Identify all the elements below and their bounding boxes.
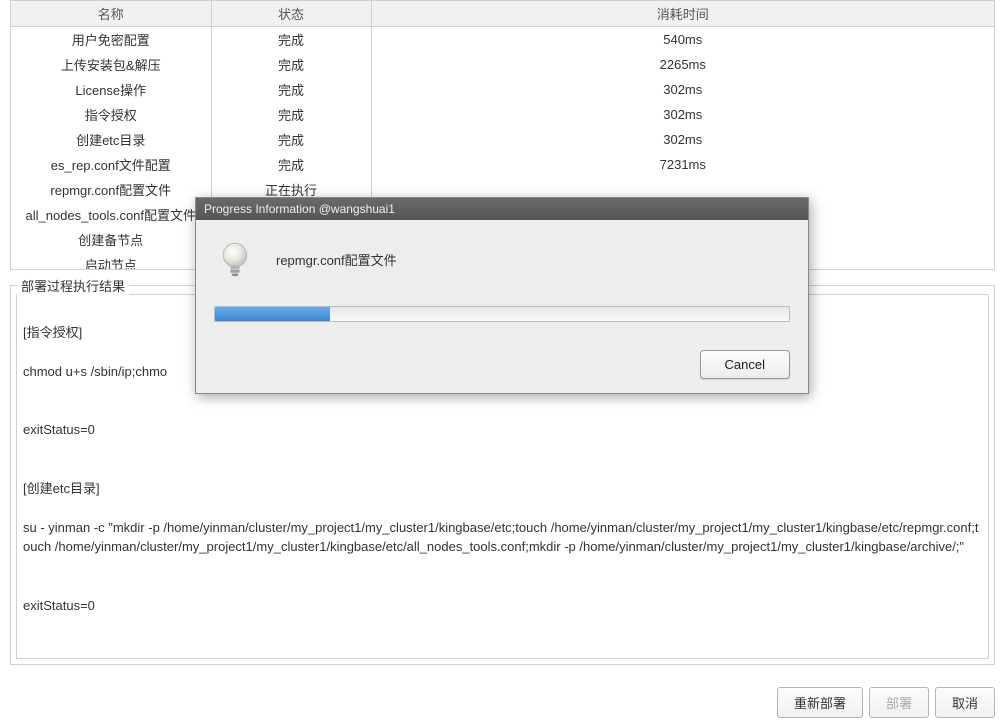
cell-name: 启动节点 xyxy=(11,252,211,270)
cell-time: 302ms xyxy=(371,127,994,152)
cell-time: 540ms xyxy=(371,27,994,53)
cell-name: repmgr.conf配置文件 xyxy=(11,177,211,202)
dialog-footer: Cancel xyxy=(214,350,790,379)
col-header-status[interactable]: 状态 xyxy=(211,1,371,27)
cancel-button[interactable]: 取消 xyxy=(935,687,995,718)
cell-name: es_rep.conf文件配置 xyxy=(11,152,211,177)
lightbulb-icon xyxy=(214,238,256,280)
table-row[interactable]: 上传安装包&解压完成2265ms xyxy=(11,52,994,77)
cell-status: 完成 xyxy=(211,52,371,77)
progress-fill xyxy=(215,307,330,321)
col-header-name[interactable]: 名称 xyxy=(11,1,211,27)
cell-status: 完成 xyxy=(211,127,371,152)
table-row[interactable]: License操作完成302ms xyxy=(11,77,994,102)
cell-status: 完成 xyxy=(211,77,371,102)
main-panel: 名称 状态 消耗时间 用户免密配置完成540ms上传安装包&解压完成2265ms… xyxy=(0,0,1005,724)
cell-name: 用户免密配置 xyxy=(11,27,211,53)
cell-time: 7231ms xyxy=(371,152,994,177)
cell-status: 完成 xyxy=(211,27,371,53)
table-header-row: 名称 状态 消耗时间 xyxy=(11,1,994,27)
cell-time: 302ms xyxy=(371,77,994,102)
dialog-task-label: repmgr.conf配置文件 xyxy=(276,250,397,269)
dialog-cancel-button[interactable]: Cancel xyxy=(700,350,790,379)
cell-name: 创建备节点 xyxy=(11,227,211,252)
table-row[interactable]: 创建etc目录完成302ms xyxy=(11,127,994,152)
cell-name: License操作 xyxy=(11,77,211,102)
progress-bar xyxy=(214,306,790,322)
cell-name: all_nodes_tools.conf配置文件 xyxy=(11,202,211,227)
dialog-body: repmgr.conf配置文件 Cancel xyxy=(196,220,808,393)
cell-status: 完成 xyxy=(211,102,371,127)
cell-name: 指令授权 xyxy=(11,102,211,127)
deploy-button[interactable]: 部署 xyxy=(869,687,929,718)
col-header-time[interactable]: 消耗时间 xyxy=(371,1,994,27)
progress-dialog: Progress Information @wangshuai1 xyxy=(195,197,809,394)
redeploy-button[interactable]: 重新部署 xyxy=(777,687,863,718)
table-row[interactable]: 指令授权完成302ms xyxy=(11,102,994,127)
cell-time: 2265ms xyxy=(371,52,994,77)
result-legend: 部署过程执行结果 xyxy=(17,276,129,295)
cell-status: 完成 xyxy=(211,152,371,177)
cell-name: 上传安装包&解压 xyxy=(11,52,211,77)
cell-name: 创建etc目录 xyxy=(11,127,211,152)
dialog-title: Progress Information @wangshuai1 xyxy=(196,198,808,220)
bottom-button-bar: 重新部署 部署 取消 xyxy=(777,687,995,718)
cell-time: 302ms xyxy=(371,102,994,127)
table-row[interactable]: 用户免密配置完成540ms xyxy=(11,27,994,53)
table-row[interactable]: es_rep.conf文件配置完成7231ms xyxy=(11,152,994,177)
dialog-header-row: repmgr.conf配置文件 xyxy=(214,238,790,280)
